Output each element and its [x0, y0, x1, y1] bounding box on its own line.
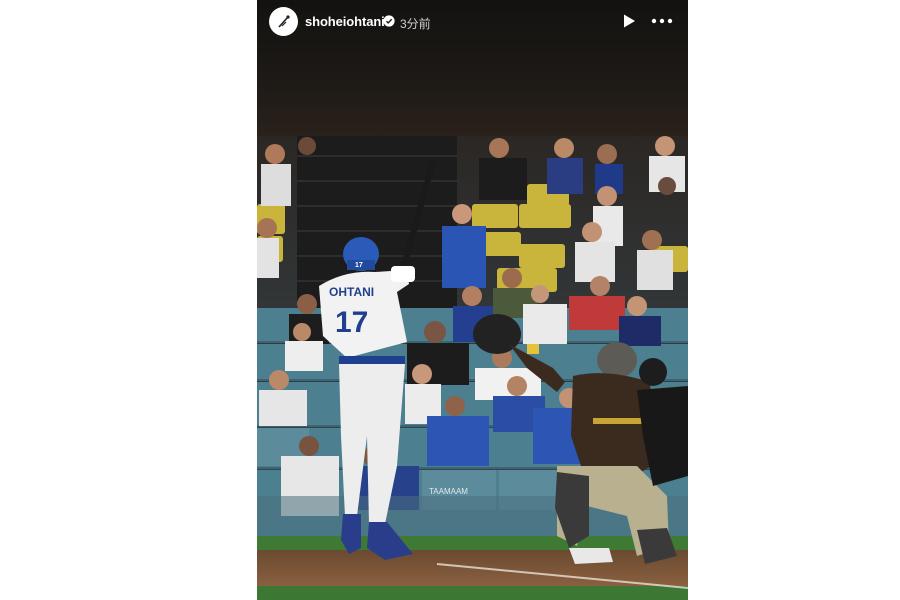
play-icon[interactable]: [621, 13, 637, 29]
story-timestamp: 3分前: [400, 17, 431, 31]
helmet-number: 17: [355, 262, 363, 269]
story-header: shoheiohtani 3分前: [257, 0, 688, 44]
instagram-story: shoheiohtani 3分前 TAAMAAM 17 OHTANI 17: [257, 0, 688, 600]
jersey-name: OHTANI: [329, 285, 374, 299]
story-username[interactable]: shoheiohtani: [305, 14, 385, 29]
jersey-number: 17: [335, 306, 368, 339]
more-options-icon[interactable]: [651, 13, 673, 29]
catcher-mask: [597, 342, 637, 378]
grass-bottom: [257, 586, 688, 600]
sign-text: TAAMAAM: [429, 487, 468, 496]
baseball-photo: TAAMAAM 17 OHTANI 17: [257, 136, 688, 600]
profile-avatar[interactable]: [269, 7, 298, 36]
grass: [257, 536, 688, 550]
logo-icon: [277, 14, 290, 28]
batting-gloves: [391, 266, 415, 282]
verified-badge-icon: [383, 15, 395, 27]
